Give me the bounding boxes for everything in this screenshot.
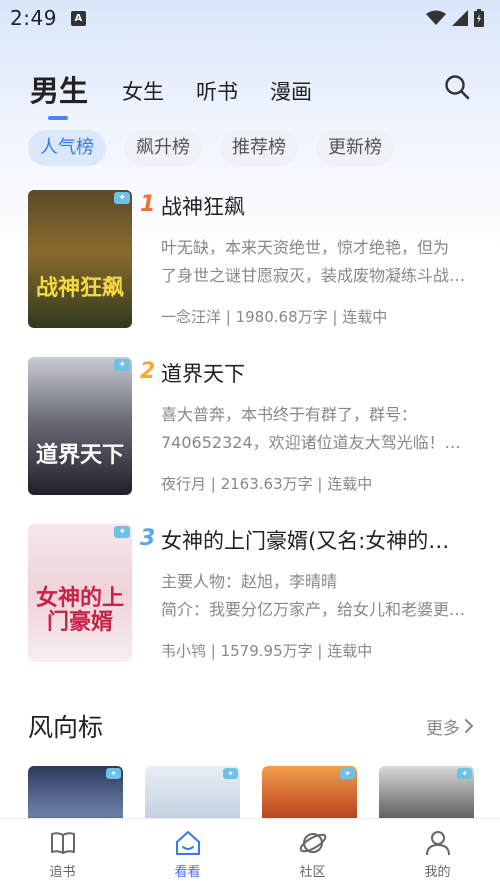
tab-updated-ranking[interactable]: 更新榜 <box>316 130 394 166</box>
cover-badge: ✦ <box>106 768 121 779</box>
tab-female[interactable]: 女生 <box>122 76 164 110</box>
more-button[interactable]: 更多 <box>426 714 474 739</box>
book-item[interactable]: ✦ 道界天下 2 道界天下 喜大普奔，本书终于有群了，群号： 740652324… <box>28 357 476 524</box>
book-rank: 2 <box>140 359 156 384</box>
book-description: 叶无缺，本来天资绝世，惊才绝艳，但为 了身世之谜甘愿寂灭，装成废物凝练斗战… <box>161 234 476 290</box>
more-label: 更多 <box>426 718 460 739</box>
book-meta: 韦小鸨 | 1579.95万字 | 连载中 <box>161 642 373 660</box>
book-cover[interactable]: ✦ 女神的上门豪婿 <box>28 524 132 662</box>
trend-book-cover[interactable]: ✦ <box>145 766 240 818</box>
nav-discover[interactable]: 看看 <box>125 819 250 888</box>
trend-book-row: ✦ ✦ ✦ ✦ <box>28 766 474 818</box>
status-bar: 2:49 A <box>0 0 500 36</box>
book-title[interactable]: 道界天下 <box>161 358 476 388</box>
book-meta: 一念汪洋 | 1980.68万字 | 连载中 <box>161 308 388 326</box>
trend-book-cover[interactable]: ✦ <box>28 766 123 818</box>
trend-book-cover[interactable]: ✦ <box>379 766 474 818</box>
nav-profile[interactable]: 我的 <box>375 819 500 888</box>
user-icon <box>425 830 450 855</box>
section-title: 风向标 <box>28 713 104 742</box>
book-description-line: 740652324，欢迎诸位道友大驾光临！（… <box>161 433 476 452</box>
planet-icon <box>299 832 326 853</box>
status-time: 2:49 <box>10 6 57 30</box>
battery-icon <box>474 9 484 27</box>
trend-section-header: 风向标 更多 <box>28 708 474 744</box>
nav-label: 我的 <box>424 864 451 880</box>
book-ranking-list: ✦ 战神狂飙 1 战神狂飙 叶无缺，本来天资绝世，惊才绝艳，但为 了身世之谜甘愿… <box>28 190 476 691</box>
nav-label: 看看 <box>174 864 201 880</box>
search-button[interactable] <box>444 74 470 100</box>
wifi-icon <box>426 10 446 25</box>
bottom-navigation: 追书 看看 社区 我的 <box>0 818 500 888</box>
book-icon <box>50 831 75 854</box>
book-rank: 1 <box>140 192 156 217</box>
book-rank: 3 <box>140 526 156 551</box>
cover-title: 道界天下 <box>35 442 124 468</box>
book-description: 主要人物：赵旭，李晴晴 简介：我要分亿万家产，给女儿和老婆更… <box>161 568 476 624</box>
nav-community[interactable]: 社区 <box>250 819 375 888</box>
status-icons <box>426 9 484 27</box>
cover-badge: ✦ <box>114 526 130 538</box>
nav-bookshelf[interactable]: 追书 <box>0 819 125 888</box>
tab-popular-ranking[interactable]: 人气榜 <box>28 130 106 166</box>
cover-title: 战神狂飙 <box>35 275 124 301</box>
book-item[interactable]: ✦ 女神的上门豪婿 3 女神的上门豪婿(又名:女神的… 主要人物：赵旭，李晴晴 … <box>28 524 476 691</box>
home-icon <box>175 830 200 855</box>
book-meta: 夜行月 | 2163.63万字 | 连载中 <box>161 475 373 493</box>
book-description: 喜大普奔，本书终于有群了，群号： 740652324，欢迎诸位道友大驾光临！（… <box>161 401 476 457</box>
book-description-line: 了身世之谜甘愿寂灭，装成废物凝练斗战… <box>161 266 466 285</box>
tab-audiobook[interactable]: 听书 <box>196 76 238 110</box>
book-description-line: 叶无缺，本来天资绝世，惊才绝艳，但为 <box>161 238 450 257</box>
tab-recommended-ranking[interactable]: 推荐榜 <box>220 130 298 166</box>
book-item[interactable]: ✦ 战神狂飙 1 战神狂飙 叶无缺，本来天资绝世，惊才绝艳，但为 了身世之谜甘愿… <box>28 190 476 357</box>
cover-badge: ✦ <box>340 768 355 779</box>
top-tabs: 男生 女生 听书 漫画 <box>30 68 344 120</box>
trend-book-cover[interactable]: ✦ <box>262 766 357 818</box>
notification-app-icon: A <box>70 10 86 26</box>
tab-comics[interactable]: 漫画 <box>270 76 312 110</box>
search-icon <box>445 75 470 100</box>
ranking-tabs: 人气榜 飙升榜 推荐榜 更新榜 <box>28 130 394 166</box>
cover-badge: ✦ <box>457 768 472 779</box>
book-title[interactable]: 战神狂飙 <box>161 191 476 221</box>
book-description-line: 主要人物：赵旭，李晴晴 <box>161 572 338 591</box>
book-description-line: 喜大普奔，本书终于有群了，群号： <box>161 405 418 424</box>
book-cover[interactable]: ✦ 道界天下 <box>28 357 132 495</box>
cover-badge: ✦ <box>223 768 238 779</box>
signal-icon <box>452 10 468 26</box>
nav-label: 追书 <box>49 864 76 880</box>
book-title[interactable]: 女神的上门豪婿(又名:女神的… <box>161 525 476 555</box>
chevron-right-icon <box>465 719 474 733</box>
book-cover[interactable]: ✦ 战神狂飙 <box>28 190 132 328</box>
cover-badge: ✦ <box>114 192 130 204</box>
tab-male[interactable]: 男生 <box>30 68 88 120</box>
nav-label: 社区 <box>299 864 326 880</box>
tab-rising-ranking[interactable]: 飙升榜 <box>124 130 202 166</box>
cover-badge: ✦ <box>114 359 130 371</box>
book-description-line: 简介：我要分亿万家产，给女儿和老婆更… <box>161 600 466 619</box>
cover-title: 女神的上门豪婿 <box>35 585 124 635</box>
